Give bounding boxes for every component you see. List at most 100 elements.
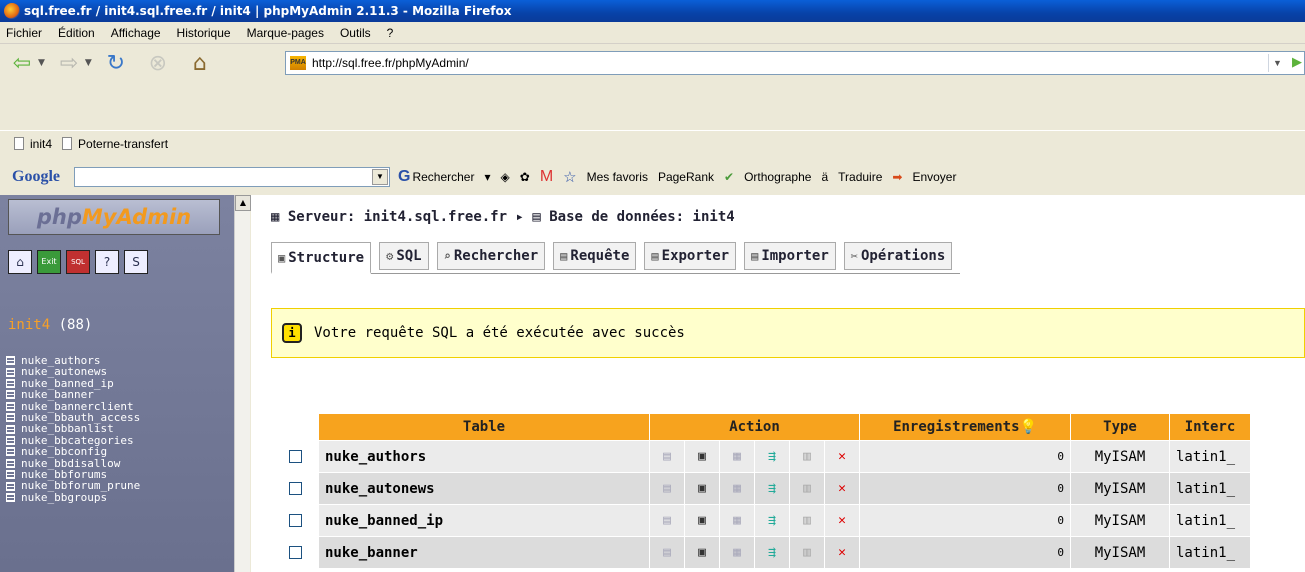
table-icon[interactable] (6, 470, 15, 480)
menu-historique[interactable]: Historique (177, 26, 231, 40)
table-icon[interactable] (6, 447, 15, 457)
insert-icon[interactable]: ⇶ (755, 473, 789, 504)
stop-icon[interactable]: ⊗ (142, 47, 174, 79)
table-icon[interactable] (6, 481, 15, 491)
menu-affichage[interactable]: Affichage (111, 26, 161, 40)
sidebar-table-link[interactable]: nuke_bbgroups (21, 491, 107, 503)
drop-icon[interactable]: ✕ (825, 473, 859, 504)
drop-icon[interactable]: ✕ (825, 505, 859, 536)
empty-icon[interactable]: ▥ (790, 537, 824, 568)
help-bulb-icon[interactable]: 💡 (1020, 419, 1037, 435)
url-dropdown-icon[interactable]: ▼ (1268, 54, 1286, 72)
insert-icon[interactable]: ⇶ (755, 441, 789, 472)
google-search-input[interactable]: ▼ (74, 167, 390, 187)
bookmark-poterne-transfert[interactable]: Poterne-transfert (62, 137, 168, 151)
tab-query[interactable]: ▤ Requête (553, 242, 637, 270)
scroll-up-arrow-icon[interactable]: ▲ (235, 195, 251, 211)
exit-icon[interactable]: Exit (37, 250, 61, 274)
frame-scrollbar[interactable]: ▲ (234, 195, 251, 572)
reload-icon[interactable]: ↻ (100, 47, 132, 79)
search-icon[interactable]: ▦ (720, 473, 754, 504)
sidebar-table-link[interactable]: nuke_bbconfig (21, 446, 107, 458)
structure-icon[interactable]: ▣ (685, 441, 719, 472)
search-dropdown-icon[interactable]: ▼ (372, 169, 388, 185)
table-icon[interactable] (6, 493, 15, 503)
menu-marque-pages[interactable]: Marque-pages (247, 26, 324, 40)
forward-arrow-icon[interactable]: ⇨ (53, 47, 85, 79)
back-history-dropdown-icon[interactable]: ▼ (38, 58, 45, 68)
header-table[interactable]: Table (319, 414, 649, 440)
google-search-button[interactable]: Rechercher (412, 170, 474, 184)
phpmyadmin-logo[interactable]: phpMyAdmin (8, 199, 220, 235)
sql-query-window-icon[interactable]: SQL (66, 250, 90, 274)
empty-icon[interactable]: ▥ (790, 473, 824, 504)
sidebar-table-link[interactable]: nuke_banner (21, 389, 94, 401)
home-icon[interactable]: ⌂ (8, 250, 32, 274)
bookmark-init4[interactable]: init4 (14, 137, 52, 151)
row-table-name[interactable]: nuke_authors (319, 441, 649, 472)
pagerank-button[interactable]: PageRank (658, 170, 714, 184)
header-type[interactable]: Type (1071, 414, 1169, 440)
database-title[interactable]: init4 (88) (8, 317, 92, 333)
header-collation[interactable]: Interc (1170, 414, 1250, 440)
insert-icon[interactable]: ⇶ (755, 505, 789, 536)
menu-help[interactable]: ? (387, 26, 394, 40)
table-icon[interactable] (6, 458, 15, 468)
menu-fichier[interactable]: Fichier (6, 26, 42, 40)
go-arrow-icon[interactable]: ▶ (1292, 54, 1302, 70)
home-icon[interactable]: ⌂ (184, 47, 216, 79)
breadcrumb-db-link[interactable]: init4 (693, 209, 735, 225)
tab-structure[interactable]: ▣ Structure (271, 242, 372, 274)
tab-export[interactable]: ▤ Exporter (644, 242, 737, 270)
browse-icon[interactable]: ▤ (650, 505, 684, 536)
help-icon[interactable]: ? (95, 250, 119, 274)
browse-icon[interactable]: ▤ (650, 473, 684, 504)
row-table-name[interactable]: nuke_banner (319, 537, 649, 568)
favorites-button[interactable]: Mes favoris (587, 170, 648, 184)
tab-sql[interactable]: ⚙ SQL (379, 242, 429, 270)
tab-search[interactable]: ⌕ Rechercher (436, 242, 546, 270)
table-icon[interactable] (6, 390, 15, 400)
breadcrumb-server-link[interactable]: init4.sql.free.fr (364, 209, 507, 225)
database-name[interactable]: init4 (8, 317, 50, 333)
table-icon[interactable] (6, 401, 15, 411)
structure-icon[interactable]: ▣ (685, 505, 719, 536)
address-bar[interactable]: PMA http://sql.free.fr/phpMyAdmin/ ▼ ▶ (285, 51, 1305, 75)
structure-icon[interactable]: ▣ (685, 473, 719, 504)
drop-icon[interactable]: ✕ (825, 441, 859, 472)
back-arrow-icon[interactable]: ⇦ (6, 47, 38, 79)
row-checkbox[interactable] (288, 514, 302, 527)
menu-outils[interactable]: Outils (340, 26, 371, 40)
empty-icon[interactable]: ▥ (790, 441, 824, 472)
row-checkbox[interactable] (288, 546, 302, 559)
browse-icon[interactable]: ▤ (650, 441, 684, 472)
forward-history-dropdown-icon[interactable]: ▼ (85, 58, 92, 68)
search-icon[interactable]: ▦ (720, 441, 754, 472)
structure-icon[interactable]: ▣ (685, 537, 719, 568)
table-icon[interactable] (6, 424, 15, 434)
table-icon[interactable] (6, 379, 15, 389)
sql-docs-icon[interactable]: S (124, 250, 148, 274)
table-icon[interactable] (6, 356, 15, 366)
spellcheck-icon[interactable]: ✔ (724, 170, 734, 184)
sidebar-table-item[interactable]: nuke_banner (6, 389, 140, 401)
search-icon[interactable]: ▦ (720, 505, 754, 536)
search-icon[interactable]: ▦ (720, 537, 754, 568)
google-logo[interactable]: Google (12, 168, 60, 186)
star-icon[interactable]: ☆ (563, 168, 576, 186)
table-icon[interactable] (6, 367, 15, 377)
sidebar-table-item[interactable]: nuke_bbconfig (6, 446, 140, 458)
table-icon[interactable] (6, 436, 15, 446)
toolbar-dropdown-icon[interactable]: ▾ (484, 170, 490, 184)
tab-import[interactable]: ▤ Importer (744, 242, 836, 270)
send-button[interactable]: Envoyer (912, 170, 956, 184)
tab-operations[interactable]: ✂ Opérations (843, 242, 953, 270)
browse-icon[interactable]: ▤ (650, 537, 684, 568)
send-icon[interactable]: ➡ (892, 170, 902, 184)
drop-icon[interactable]: ✕ (825, 537, 859, 568)
blocked-popups-icon[interactable]: ✿ (520, 170, 530, 184)
spellcheck-button[interactable]: Orthographe (744, 170, 811, 184)
row-checkbox[interactable] (288, 450, 302, 463)
row-checkbox[interactable] (288, 482, 302, 495)
menu-edition[interactable]: Édition (58, 26, 95, 40)
